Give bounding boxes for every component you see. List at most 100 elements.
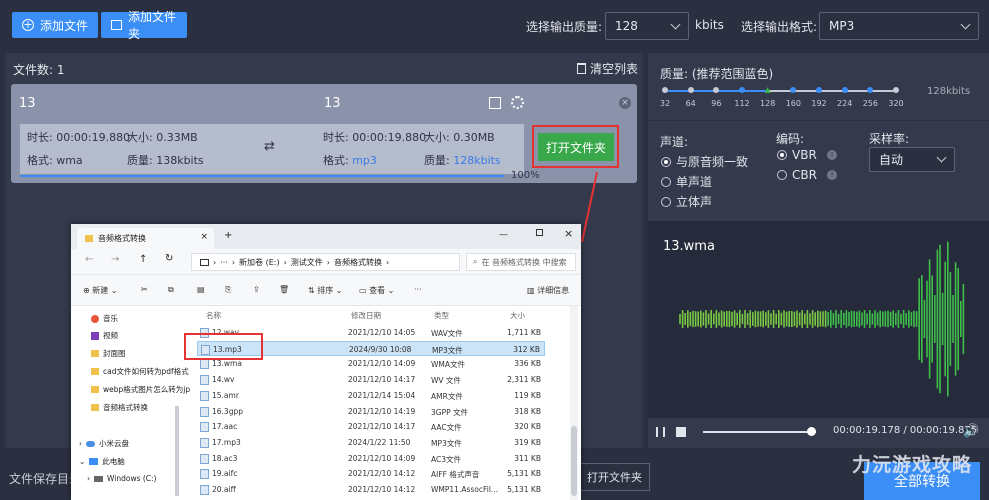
file-row[interactable]: 16.3gpp 2021/12/10 14:19 3GPP 文件 318 KB [197, 404, 545, 419]
audio-file-icon [200, 359, 209, 370]
new-label: 新建 [92, 286, 109, 295]
folder-icon [91, 368, 99, 375]
file-type: AIFF 格式声音 [431, 470, 480, 480]
cut-icon[interactable]: ✂ [141, 285, 148, 294]
back-icon[interactable]: ← [85, 254, 93, 265]
path-segment[interactable]: 测试文件 [291, 257, 323, 268]
column-header-name[interactable]: 名称 [206, 310, 221, 321]
sidebar-item-label: cad文件如何转为pdf格式 [103, 367, 189, 376]
sort-button[interactable]: ⇅ 排序 ⌄ [308, 285, 343, 296]
info-icon[interactable]: ! [827, 170, 837, 180]
rename-icon[interactable]: ⎘ [225, 285, 231, 295]
sidebar-item-drive-c[interactable]: › Windows (C:) [87, 474, 156, 483]
scrollbar-thumb[interactable] [571, 426, 577, 496]
more-icon[interactable]: ··· [414, 285, 422, 294]
explorer-address-bar: ← → ↑ ↻ › ··· › 新加卷 (E:) › 测试文件 › 音频格式转换… [71, 249, 581, 275]
sidebar-item-this-pc[interactable]: ⌄ 此电脑 [79, 456, 125, 467]
quality-tick[interactable] [687, 87, 694, 93]
file-size: 320 KB [514, 422, 541, 432]
channel-option-original[interactable]: 与原音频一致 [661, 153, 748, 170]
close-window-icon[interactable]: × [564, 227, 573, 240]
audio-file-icon [200, 437, 209, 448]
share-icon[interactable]: ⇪ [253, 285, 260, 294]
quality-tick[interactable] [893, 87, 899, 93]
close-icon[interactable]: × [200, 232, 208, 242]
column-header-type[interactable]: 类型 [434, 310, 449, 321]
file-row[interactable]: 20.aiff 2021/12/10 14:12 WMP11.AssocFil...… [197, 482, 545, 497]
playback-progress-track[interactable] [703, 431, 816, 433]
file-row[interactable]: 17.mp3 2024/1/22 11:50 MP3文件 319 KB [197, 435, 545, 450]
file-row[interactable]: 17.aac 2021/12/10 14:17 AAC文件 320 KB [197, 419, 545, 434]
file-date: 2021/12/10 14:12 [348, 485, 416, 494]
column-header-size[interactable]: 大小 [510, 310, 525, 321]
pause-icon[interactable] [656, 427, 665, 437]
new-tab-icon[interactable]: + [224, 230, 232, 241]
info-icon[interactable]: ! [827, 150, 837, 160]
file-row[interactable]: 19.aifc 2021/12/10 14:12 AIFF 格式声音 5,131 KB [197, 466, 545, 481]
path-sep: › [213, 257, 217, 267]
column-header-date[interactable]: 修改日期 [351, 310, 381, 321]
forward-icon[interactable]: → [111, 254, 119, 265]
path-segment[interactable]: 音频格式转换 [334, 257, 382, 268]
quality-tick-label: 128 [760, 99, 776, 108]
sidebar-item-cloud[interactable]: › 小米云盘 [79, 438, 129, 449]
file-list-scrollbar[interactable] [570, 306, 578, 500]
view-button[interactable]: ▭ 查看 ⌄ [359, 285, 394, 296]
folder-icon [91, 350, 99, 357]
file-date: 2021/12/10 14:17 [348, 375, 416, 385]
explorer-search-input[interactable]: ⌕ 在 音频格式转换 中搜索 [466, 253, 576, 271]
new-button[interactable]: ⊕ 新建 ⌄ [83, 285, 118, 296]
monitor-icon [200, 258, 209, 266]
sidebar-scrollbar[interactable] [175, 406, 179, 496]
file-name: 16.3gpp [212, 406, 243, 416]
search-placeholder: 在 音频格式转换 中搜索 [481, 257, 567, 267]
details-label: 详细信息 [537, 286, 570, 295]
up-icon[interactable]: ↑ [139, 254, 147, 265]
file-name: 18.ac3 [212, 453, 238, 463]
radio-selected-icon [777, 150, 787, 160]
chevron-down-icon: ⌄ [79, 457, 86, 466]
explorer-tab[interactable]: 音频格式转换 × [77, 228, 214, 249]
stop-icon[interactable] [676, 427, 686, 437]
sidebar-item-label: 封面图 [103, 349, 126, 358]
quality-tick[interactable] [739, 87, 745, 93]
sidebar-item-folder[interactable]: 音频格式转换 [91, 402, 148, 413]
sidebar-item-folder[interactable]: webp格式图片怎么转为jp [91, 384, 190, 395]
explorer-path-box[interactable]: › ··· › 新加卷 (E:) › 测试文件 › 音频格式转换 › [191, 253, 460, 271]
sidebar-item-folder[interactable]: 封面图 [91, 348, 126, 359]
path-segment[interactable]: 新加卷 (E:) [239, 257, 280, 268]
volume-icon[interactable]: 🔊 [963, 424, 979, 439]
minimize-icon[interactable]: — [499, 230, 508, 240]
file-type: MP3文件 [431, 438, 462, 448]
refresh-icon[interactable]: ↻ [165, 253, 173, 264]
sidebar-item-music[interactable]: 音乐 [91, 313, 118, 324]
delete-icon[interactable]: 🗑 [279, 285, 289, 294]
encode-option-cbr[interactable]: CBR [777, 168, 817, 182]
samplerate-select[interactable]: 自动 [869, 147, 955, 172]
channel-option-mono[interactable]: 单声道 [661, 173, 712, 190]
audio-file-icon [200, 390, 209, 401]
quality-tick[interactable] [816, 87, 822, 93]
quality-current-value: 128kbits [927, 86, 971, 97]
watermark-text: 力沅游戏攻略 [852, 454, 973, 476]
sidebar-item-folder[interactable]: cad文件如何转为pdf格式 [91, 366, 189, 377]
quality-tick-label: 224 [837, 99, 853, 108]
sidebar-item-label: 此电脑 [102, 457, 125, 466]
monitor-icon [89, 458, 99, 465]
details-button[interactable]: ▥ 详细信息 [527, 285, 569, 296]
playback-progress-handle[interactable] [807, 427, 816, 436]
encode-option-vbr[interactable]: VBR [777, 148, 817, 162]
quality-tick[interactable] [662, 87, 668, 93]
channel-option-stereo[interactable]: 立体声 [661, 193, 712, 210]
file-row[interactable]: 14.wv 2021/12/10 14:17 WV 文件 2,311 KB [197, 372, 545, 387]
bottom-open-folder-button[interactable]: 打开文件夹 [579, 463, 650, 491]
sidebar-item-label: 音频格式转换 [103, 403, 148, 412]
file-row[interactable]: 15.amr 2021/12/14 15:04 AMR文件 119 KB [197, 388, 545, 403]
file-row[interactable]: 18.ac3 2021/12/10 14:09 AC3文件 311 KB [197, 451, 545, 466]
paste-icon[interactable]: ▤ [197, 285, 205, 294]
quality-tick[interactable] [841, 87, 848, 93]
file-date: 2021/12/10 14:09 [348, 359, 416, 369]
copy-icon[interactable]: ⧉ [168, 285, 174, 295]
sidebar-item-video[interactable]: 视频 [91, 330, 118, 341]
maximize-icon[interactable] [536, 229, 543, 236]
